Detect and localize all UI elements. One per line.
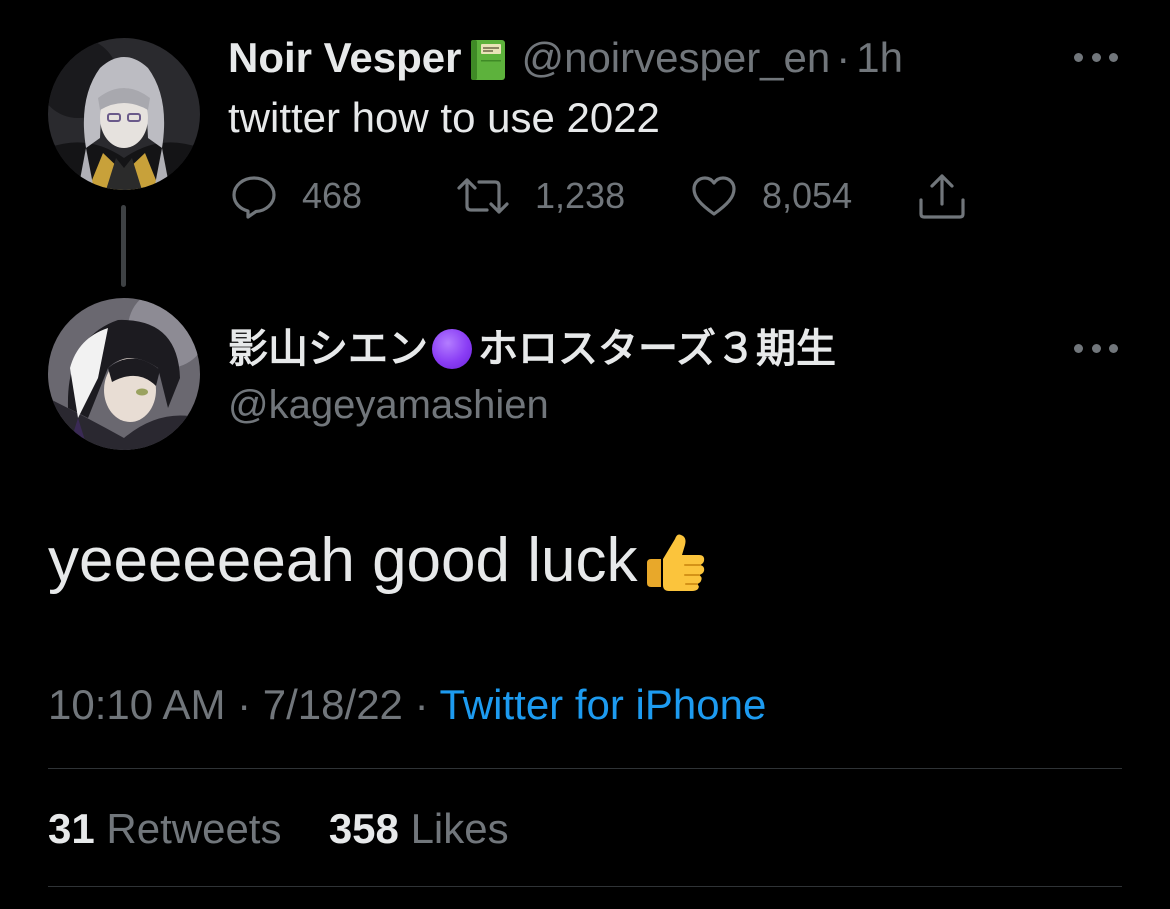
share-button[interactable]: [916, 172, 968, 220]
separator-dot: ·: [836, 34, 851, 81]
display-name-part-1: 影山シエン: [228, 327, 428, 371]
avatar-noir-vesper-image: [48, 38, 200, 190]
reply-button[interactable]: 468: [230, 172, 362, 220]
more-options-icon[interactable]: [1074, 342, 1118, 354]
retweets-count: 31: [48, 805, 95, 852]
retweet-button[interactable]: 1,238: [455, 172, 625, 220]
likes-stat[interactable]: 358 Likes: [329, 805, 509, 852]
reply-display-name[interactable]: 影山シエン ホロスターズ３期生: [228, 324, 836, 374]
tweet-time[interactable]: 1h: [856, 32, 903, 84]
reply-tweet-text: yeeeeeeah good luck: [48, 524, 711, 598]
reply-icon: [232, 176, 276, 219]
divider: [48, 768, 1122, 769]
tweet-detail-screen: Noir Vesper @noirvesper_en · 1h twitter …: [0, 0, 1170, 909]
likes-count: 358: [328, 805, 399, 852]
share-icon: [919, 174, 965, 219]
handle[interactable]: @noirvesper_en: [521, 32, 830, 84]
engagement-stats: 31 Retweets 358 Likes: [48, 804, 509, 854]
purple-circle-icon: [432, 329, 472, 369]
thread-connector-line: [121, 205, 126, 287]
heart-icon: [692, 176, 736, 216]
thumbs-up-icon: [639, 525, 711, 597]
reply-text-content: yeeeeeeah good luck: [48, 526, 638, 595]
retweets-label: Retweets: [106, 805, 282, 852]
book-icon: [469, 38, 507, 82]
like-count: 8,054: [762, 175, 853, 216]
timestamp: 10:10 AM · 7/18/22 ·: [48, 681, 440, 728]
reply-count: 468: [302, 175, 363, 216]
likes-label: Likes: [410, 805, 509, 852]
reply-handle[interactable]: @kageyamashien: [228, 380, 549, 430]
retweets-stat[interactable]: 31 Retweets: [48, 805, 281, 852]
divider: [48, 886, 1122, 887]
retweet-icon: [457, 178, 509, 214]
parent-tweet-header: Noir Vesper @noirvesper_en · 1h: [228, 32, 903, 84]
avatar-kageyama-shien-image: [48, 298, 200, 450]
tweet-timestamp-line: 10:10 AM · 7/18/22 · Twitter for iPhone: [48, 680, 766, 730]
like-button[interactable]: 8,054: [690, 172, 852, 220]
retweet-count: 1,238: [535, 175, 626, 216]
parent-tweet-text: twitter how to use 2022: [228, 94, 660, 141]
display-name[interactable]: Noir Vesper: [228, 32, 461, 84]
avatar[interactable]: [48, 298, 200, 450]
source-link[interactable]: Twitter for iPhone: [439, 681, 766, 728]
avatar[interactable]: [48, 38, 200, 190]
display-name-part-2: ホロスターズ３期生: [478, 327, 836, 371]
more-options-icon[interactable]: [1074, 51, 1118, 63]
